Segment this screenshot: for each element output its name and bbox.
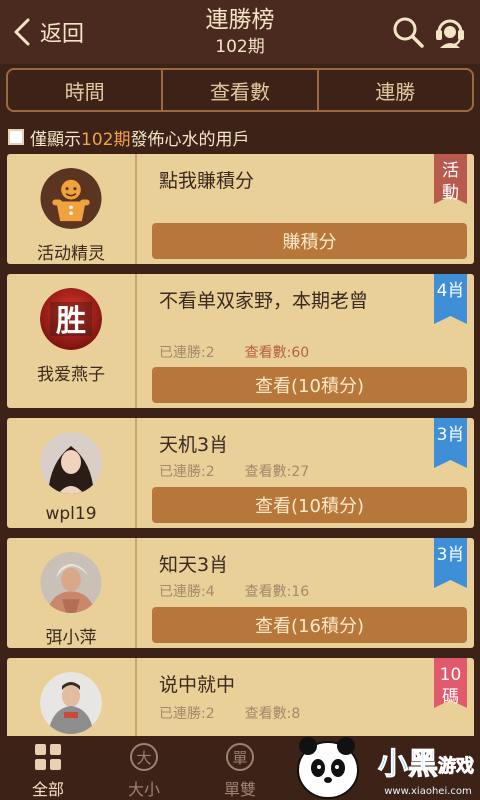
post-title: 天机3肖: [159, 434, 229, 456]
win-streak: 已連勝:2: [159, 345, 215, 361]
nav-label: 全部: [31, 780, 64, 799]
list-item: 说中就中 已連勝:2 查看數:8 10碼: [7, 658, 474, 736]
category-label: 活動: [442, 161, 459, 203]
win-streak: 已連勝:4: [159, 584, 215, 600]
category-label: 3肖: [436, 545, 465, 565]
tab-streak[interactable]: 連勝: [319, 70, 472, 110]
svg-text:www.xiaohei.com: www.xiaohei.com: [384, 786, 472, 797]
filter-period: 102期: [81, 129, 131, 150]
category-label: 3肖: [436, 425, 465, 445]
view-button[interactable]: 查看(10積分): [152, 487, 467, 523]
list-item: wpl19 天机3肖 已連勝:2 查看數:27 查看(10積分) 3肖: [7, 418, 474, 528]
avatar[interactable]: [40, 432, 102, 494]
post-title: 點我賺積分: [159, 170, 255, 192]
avatar[interactable]: [40, 552, 102, 613]
username: 我爱燕子: [37, 365, 105, 385]
tab-time[interactable]: 時間: [8, 70, 164, 110]
list-item: 活动精灵 點我賺積分 賺積分 活動: [7, 154, 474, 264]
user-column: 胜 我爱燕子: [7, 274, 137, 408]
svg-text:單: 單: [232, 749, 247, 767]
view-count: 查看數:8: [244, 706, 301, 722]
svg-text:胜: 胜: [56, 304, 86, 339]
svg-text:大: 大: [136, 749, 151, 767]
user-column: wpl19: [7, 418, 137, 528]
post-title: 知天3肖: [159, 554, 229, 576]
username: 活动精灵: [37, 244, 105, 264]
back-label: 返回: [40, 22, 85, 47]
filter-prefix: 僅顯示: [30, 129, 81, 150]
title-block: 連勝榜 102期: [140, 6, 340, 58]
sort-tabs: 時間 查看數 連勝: [6, 68, 474, 112]
page-title: 連勝榜: [205, 7, 275, 33]
post-title: 不看单双家野，本期老曾: [159, 290, 369, 312]
list-item: 胜 我爱燕子 不看单双家野，本期老曾 已連勝:2 查看數:60 查看(10積分)…: [7, 274, 474, 408]
user-column: 弭小萍: [7, 538, 137, 648]
view-count: 查看數:60: [244, 345, 310, 361]
post-stats: 已連勝:2 查看數:8: [159, 703, 300, 723]
nav-odd-even[interactable]: 單 單雙: [192, 736, 288, 800]
win-streak: 已連勝:2: [159, 706, 215, 722]
category-label: 4肖: [436, 281, 465, 301]
watermark-logo: 小黑 游戏 www.xiaohei.com: [297, 737, 474, 799]
avatar[interactable]: [40, 672, 102, 734]
customer-service-icon[interactable]: [432, 14, 468, 50]
back-button[interactable]: 返回: [10, 14, 84, 50]
earn-points-button[interactable]: 賺積分: [152, 223, 467, 259]
post-stats: 已連勝:2 查看數:60: [159, 342, 309, 362]
username: 弭小萍: [45, 628, 97, 648]
win-streak: 已連勝:2: [159, 464, 215, 480]
view-count: 查看數:27: [244, 464, 310, 480]
avatar[interactable]: [40, 168, 102, 229]
category-label: 10碼: [439, 665, 462, 707]
app-header: 返回 連勝榜 102期: [0, 0, 480, 64]
post-title: 说中就中: [159, 674, 236, 696]
post-stats: 已連勝:2 查看數:27: [159, 461, 309, 481]
view-count: 查看數:16: [244, 584, 310, 600]
list-item: 弭小萍 知天3肖 已連勝:4 查看數:16 查看(16積分) 3肖: [7, 538, 474, 648]
da-circle-icon: 大: [130, 743, 158, 771]
nav-label: 單雙: [223, 780, 256, 799]
dan-circle-icon: 單: [226, 743, 254, 771]
post-stats: 已連勝:4 查看數:16: [159, 581, 309, 601]
svg-text:游戏: 游戏: [438, 755, 474, 777]
chevron-left-icon: [14, 18, 30, 46]
filter-checkbox[interactable]: [8, 129, 24, 145]
username: wpl19: [45, 504, 97, 524]
view-button[interactable]: 查看(10積分): [152, 367, 467, 403]
nav-all[interactable]: 全部: [0, 736, 96, 800]
grid-icon: [35, 744, 61, 770]
page-subtitle: 102期: [215, 37, 265, 57]
period-filter[interactable]: 僅顯示 102期 發佈心水的用戶: [8, 125, 250, 150]
nav-label: 大小: [127, 780, 160, 799]
user-column: [7, 658, 137, 736]
filter-suffix: 發佈心水的用戶: [130, 129, 250, 150]
svg-text:小黑: 小黑: [378, 747, 438, 782]
avatar[interactable]: 胜: [40, 288, 102, 350]
search-icon[interactable]: [390, 14, 426, 50]
user-column: 活动精灵: [7, 154, 137, 264]
tab-views[interactable]: 查看數: [163, 70, 319, 110]
nav-big-small[interactable]: 大 大小: [96, 736, 192, 800]
view-button[interactable]: 查看(16積分): [152, 607, 467, 643]
